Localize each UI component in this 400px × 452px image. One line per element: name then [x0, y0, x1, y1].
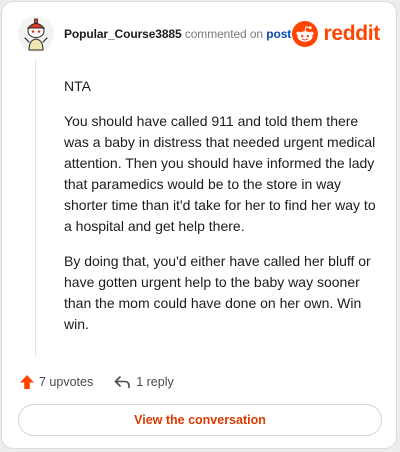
- reply-arrow-icon: [114, 376, 131, 389]
- comment-paragraph: By doing that, you'd either have called …: [64, 253, 371, 332]
- comment-card: Popular_Course3885 commented on post red…: [1, 1, 397, 449]
- username-link[interactable]: Popular_Course3885: [64, 27, 182, 41]
- commented-on-label: commented on: [184, 27, 264, 41]
- upvote-count: 7 upvotes: [39, 375, 94, 389]
- reddit-brand[interactable]: reddit: [292, 20, 380, 48]
- upvote-button[interactable]: 7 upvotes: [19, 374, 93, 390]
- comment-paragraph: NTA: [64, 78, 91, 94]
- user-avatar[interactable]: [18, 16, 54, 52]
- upvote-arrow-icon: [20, 375, 34, 389]
- reddit-wordmark: reddit: [323, 22, 380, 45]
- post-link[interactable]: post: [266, 27, 291, 41]
- reply-count: 1 reply: [136, 375, 174, 389]
- comment-meta: Popular_Course3885 commented on post: [64, 27, 291, 41]
- reddit-logo-icon: [292, 21, 319, 47]
- comment-body: NTA You should have called 911 and told …: [64, 76, 376, 349]
- comment-header: Popular_Course3885 commented on post red…: [18, 16, 382, 52]
- snoo-avatar-icon: [18, 16, 54, 52]
- reply-button[interactable]: 1 reply: [113, 374, 174, 390]
- comment-actions: 7 upvotes 1 reply: [19, 372, 174, 392]
- view-conversation-button[interactable]: View the conversation: [18, 404, 382, 436]
- thread-line: [35, 60, 36, 356]
- comment-paragraph: You should have called 911 and told them…: [64, 113, 376, 234]
